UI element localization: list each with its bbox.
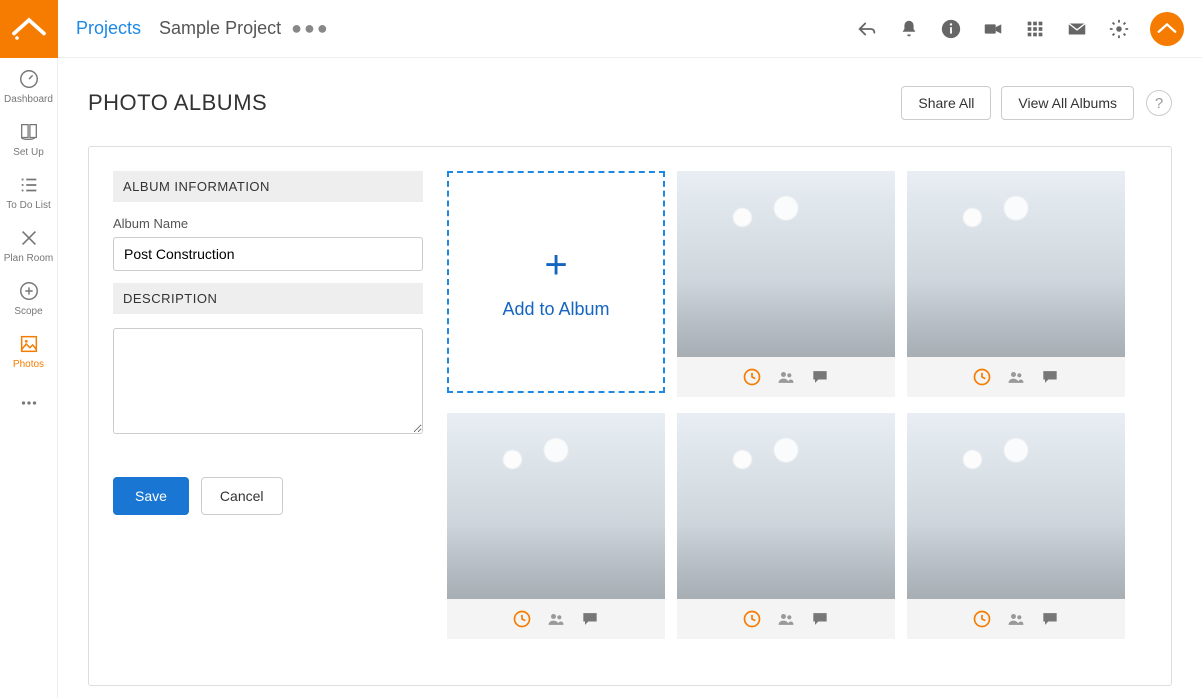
mail-icon[interactable]	[1066, 18, 1088, 40]
more-horizontal-icon	[18, 392, 40, 414]
sidebar-item-todolist[interactable]: To Do List	[0, 164, 58, 217]
sidebar-more[interactable]	[0, 382, 58, 420]
cancel-button[interactable]: Cancel	[201, 477, 283, 515]
people-icon[interactable]	[1006, 367, 1026, 387]
topbar: Projects Sample Project ●●●	[58, 0, 1202, 58]
breadcrumb-current: Sample Project	[159, 18, 281, 39]
roof-icon	[11, 11, 47, 47]
sidebar: Dashboard Set Up To Do List Plan Room Sc…	[0, 0, 58, 698]
activity-icon[interactable]	[512, 609, 532, 629]
photo-card	[677, 171, 895, 397]
photo-thumbnail[interactable]	[677, 413, 895, 599]
chat-icon[interactable]	[810, 367, 830, 387]
roof-icon	[1156, 18, 1178, 40]
breadcrumb-more[interactable]: ●●●	[291, 18, 330, 39]
avatar[interactable]	[1150, 12, 1184, 46]
album-name-label: Album Name	[113, 216, 423, 231]
list-icon	[18, 174, 40, 196]
gear-icon[interactable]	[1108, 18, 1130, 40]
chat-icon[interactable]	[1040, 367, 1060, 387]
plus-circle-icon	[18, 280, 40, 302]
sidebar-item-label: Dashboard	[4, 94, 53, 105]
book-icon	[18, 121, 40, 143]
sidebar-item-dashboard[interactable]: Dashboard	[0, 58, 58, 111]
apps-icon[interactable]	[1024, 18, 1046, 40]
plus-icon: +	[544, 245, 567, 285]
image-icon	[18, 333, 40, 355]
sidebar-item-label: Photos	[13, 359, 44, 370]
sidebar-item-planroom[interactable]: Plan Room	[0, 217, 58, 270]
photo-card	[447, 413, 665, 639]
reply-icon[interactable]	[856, 18, 878, 40]
album-name-input[interactable]	[113, 237, 423, 271]
sidebar-item-label: Set Up	[13, 147, 44, 158]
section-album-information: ALBUM INFORMATION	[113, 171, 423, 202]
page-title: PHOTO ALBUMS	[88, 90, 267, 116]
info-icon[interactable]	[940, 18, 962, 40]
photo-card	[907, 171, 1125, 397]
share-all-button[interactable]: Share All	[901, 86, 991, 120]
photo-thumbnail[interactable]	[447, 413, 665, 599]
breadcrumb-root[interactable]: Projects	[76, 18, 141, 39]
sidebar-item-scope[interactable]: Scope	[0, 270, 58, 323]
activity-icon[interactable]	[972, 367, 992, 387]
photo-thumbnail[interactable]	[907, 171, 1125, 357]
photo-card	[677, 413, 895, 639]
people-icon[interactable]	[546, 609, 566, 629]
add-to-album-tile[interactable]: + Add to Album	[447, 171, 665, 393]
sidebar-item-label: To Do List	[6, 200, 50, 211]
sidebar-item-label: Plan Room	[4, 253, 53, 264]
gauge-icon	[18, 68, 40, 90]
people-icon[interactable]	[776, 367, 796, 387]
description-textarea[interactable]	[113, 328, 423, 434]
bell-icon[interactable]	[898, 18, 920, 40]
tools-icon	[18, 227, 40, 249]
photo-thumbnail[interactable]	[677, 171, 895, 357]
chat-icon[interactable]	[580, 609, 600, 629]
activity-icon[interactable]	[972, 609, 992, 629]
sidebar-item-photos[interactable]: Photos	[0, 323, 58, 376]
app-logo[interactable]	[0, 0, 58, 58]
people-icon[interactable]	[776, 609, 796, 629]
help-button[interactable]: ?	[1146, 90, 1172, 116]
view-all-albums-button[interactable]: View All Albums	[1001, 86, 1134, 120]
album-panel: ALBUM INFORMATION Album Name DESCRIPTION…	[88, 146, 1172, 686]
section-description: DESCRIPTION	[113, 283, 423, 314]
video-icon[interactable]	[982, 18, 1004, 40]
add-to-album-label: Add to Album	[502, 299, 609, 320]
chat-icon[interactable]	[810, 609, 830, 629]
people-icon[interactable]	[1006, 609, 1026, 629]
photo-thumbnail[interactable]	[907, 413, 1125, 599]
save-button[interactable]: Save	[113, 477, 189, 515]
activity-icon[interactable]	[742, 609, 762, 629]
photo-card	[907, 413, 1125, 639]
chat-icon[interactable]	[1040, 609, 1060, 629]
sidebar-item-label: Scope	[14, 306, 42, 317]
sidebar-item-setup[interactable]: Set Up	[0, 111, 58, 164]
activity-icon[interactable]	[742, 367, 762, 387]
